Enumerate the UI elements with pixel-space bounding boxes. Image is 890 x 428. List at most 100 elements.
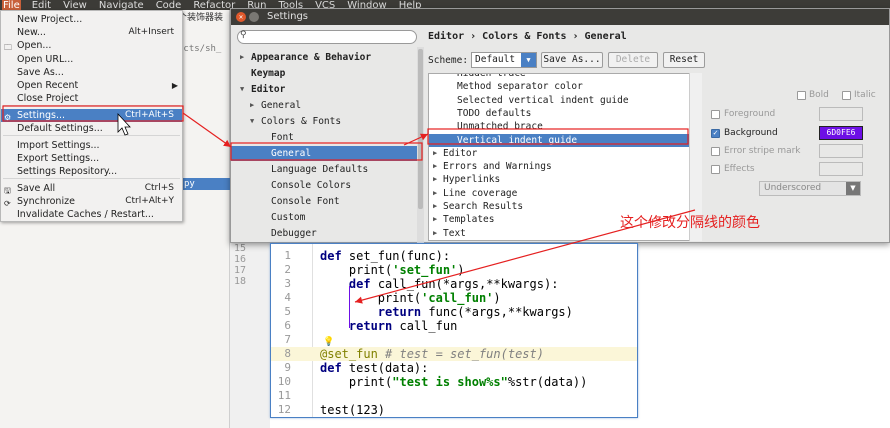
error-stripe-swatch[interactable] xyxy=(819,144,863,158)
attribute-item-editor[interactable]: ▶ Editor xyxy=(429,147,701,160)
file-menu-item-save-as[interactable]: Save As... xyxy=(1,66,182,79)
nav-item-console-colors[interactable]: Console Colors xyxy=(231,178,417,193)
file-menu-item-default-settings[interactable]: Default Settings... xyxy=(1,122,182,135)
nav-item-general[interactable]: General xyxy=(231,146,417,161)
effects-checkbox[interactable] xyxy=(711,165,720,174)
settings-title: Settings xyxy=(231,9,889,25)
menu-view[interactable]: View xyxy=(62,0,88,10)
close-icon[interactable]: ✕ xyxy=(236,12,246,22)
settings-dialog: Settings ✕ ⚲ ▶ Appearance & Behavior Keyma… xyxy=(230,8,890,244)
minimize-icon[interactable] xyxy=(249,12,259,22)
nav-item-debugger[interactable]: Debugger xyxy=(231,226,417,241)
menu-item-label: Settings... xyxy=(17,110,66,121)
attribute-item-errors-and-warnings[interactable]: ▶ Errors and Warnings xyxy=(429,160,701,173)
effects-swatch[interactable] xyxy=(819,162,863,176)
nav-item-colors-fonts[interactable]: ▼ Colors & Fonts xyxy=(231,114,417,129)
background-color-swatch[interactable]: 6D0FE6 xyxy=(819,126,863,140)
file-menu-item-synchronize[interactable]: Synchronize Ctrl+Alt+Y ⟳ xyxy=(1,195,182,208)
file-menu-item-open[interactable]: Open... 🗀 xyxy=(1,39,182,52)
menu-file[interactable]: File xyxy=(2,0,21,10)
selected-file-row[interactable]: py xyxy=(178,178,230,190)
reset-button[interactable]: Reset xyxy=(663,52,705,68)
preview-line: 1 def set_fun(func): xyxy=(271,249,637,263)
nav-item-console-font[interactable]: Console Font xyxy=(231,194,417,209)
menu-code[interactable]: Code xyxy=(155,0,183,10)
background-checkbox[interactable]: ✓ xyxy=(711,129,720,138)
file-menu-item-new-project[interactable]: New Project... xyxy=(1,13,182,26)
chevron-right-icon[interactable]: ▶ xyxy=(433,147,437,160)
file-menu-item-open-url[interactable]: Open URL... xyxy=(1,53,182,66)
nav-item-editor[interactable]: ▼ Editor xyxy=(231,82,417,97)
ide-line-number: 16 xyxy=(233,254,246,265)
file-menu-item-close-project[interactable]: Close Project xyxy=(1,92,182,105)
attribute-item-method-separator-color[interactable]: Method separator color xyxy=(429,80,701,93)
file-menu-item-save-all[interactable]: Save All Ctrl+S 🖫 xyxy=(1,182,182,195)
delete-button[interactable]: Delete xyxy=(608,52,658,68)
foreground-checkbox[interactable] xyxy=(711,110,720,119)
settings-search-input[interactable] xyxy=(237,30,417,44)
menu-edit[interactable]: Edit xyxy=(31,0,52,10)
nav-item-custom[interactable]: Custom xyxy=(231,210,417,225)
preview-line-number: 9 xyxy=(284,361,291,374)
chevron-right-icon[interactable]: ▶ xyxy=(433,187,437,200)
nav-item-font[interactable]: Font xyxy=(231,130,417,145)
editor-tab[interactable]: 个装饰器装 xyxy=(178,10,238,24)
attribute-label: Method separator color xyxy=(457,81,583,93)
file-menu-item-export-settings[interactable]: Export Settings... xyxy=(1,152,182,165)
chevron-right-icon[interactable]: ▶ xyxy=(433,213,437,226)
preview-line-number: 7 xyxy=(284,333,291,346)
nav-item-keymap[interactable]: Keymap xyxy=(231,66,417,81)
attribute-item-hyperlinks[interactable]: ▶ Hyperlinks xyxy=(429,173,701,186)
attribute-item-unmatched-brace[interactable]: Unmatched brace xyxy=(429,120,701,133)
attribute-item-selected-vertical-indent-guide[interactable]: Selected vertical indent guide xyxy=(429,94,701,107)
lightbulb-icon[interactable]: 💡 xyxy=(323,337,334,347)
file-menu-item-settings[interactable]: Settings... Ctrl+Alt+S ⚙ xyxy=(1,109,182,122)
file-menu-item-invalidate-caches-restart[interactable]: Invalidate Caches / Restart... xyxy=(1,208,182,221)
italic-checkbox[interactable] xyxy=(842,91,851,100)
file-menu-item-new[interactable]: New... Alt+Insert xyxy=(1,26,182,39)
chevron-down-icon[interactable]: ▼ xyxy=(250,114,254,129)
preview-line-number: 11 xyxy=(277,389,291,402)
preview-code-text: def set_fun(func): xyxy=(320,249,451,263)
ide-line-number: 18 xyxy=(233,276,246,287)
ide-gutter: 15 16 17 18 xyxy=(230,243,270,428)
file-menu-item-settings-repository[interactable]: Settings Repository... xyxy=(1,165,182,178)
preview-line-number: 3 xyxy=(284,277,291,290)
preview-code-text: print("test is show%s"%str(data)) xyxy=(320,375,588,389)
nav-item-appearance-behavior[interactable]: ▶ Appearance & Behavior xyxy=(231,50,417,65)
file-menu: New Project... New... Alt+Insert Open... 🗀 Op… xyxy=(0,10,183,222)
chevron-right-icon[interactable]: ▶ xyxy=(433,227,437,240)
attribute-label: Line coverage xyxy=(443,187,518,199)
foreground-swatch[interactable] xyxy=(819,107,863,121)
bold-checkbox[interactable] xyxy=(797,91,806,100)
nav-item-label: General xyxy=(271,148,312,159)
nav-scrollbar-thumb[interactable] xyxy=(418,49,423,209)
chevron-right-icon[interactable]: ▶ xyxy=(433,160,437,173)
chevron-down-icon[interactable]: ▼ xyxy=(240,82,244,97)
chevron-right-icon[interactable]: ▶ xyxy=(240,50,244,65)
attribute-item-line-coverage[interactable]: ▶ Line coverage xyxy=(429,187,701,200)
nav-item-general[interactable]: ▶ General xyxy=(231,98,417,113)
chevron-right-icon[interactable]: ▶ xyxy=(433,200,437,213)
error-stripe-checkbox[interactable] xyxy=(711,147,720,156)
file-menu-item-open-recent[interactable]: Open Recent ▶ xyxy=(1,79,182,92)
chevron-down-icon[interactable]: ▼ xyxy=(521,53,536,67)
menu-item-label: New Project... xyxy=(17,14,83,25)
attribute-item-vertical-indent-guide[interactable]: Vertical indent guide xyxy=(429,133,701,147)
annotation-text: 这个修改分隔线的颜色 xyxy=(620,215,760,231)
save-as-button[interactable]: Save As... xyxy=(541,52,603,68)
chevron-down-icon[interactable]: ▼ xyxy=(846,182,860,195)
menu-navigate[interactable]: Navigate xyxy=(98,0,145,10)
nav-item-label: Language Defaults xyxy=(271,164,369,175)
chevron-right-icon[interactable]: ▶ xyxy=(433,173,437,186)
attribute-item-todo-defaults[interactable]: TODO defaults xyxy=(429,107,701,120)
menu-item-label: Synchronize xyxy=(17,196,75,207)
submenu-arrow-icon: ▶ xyxy=(171,81,178,90)
file-menu-item-import-settings[interactable]: Import Settings... xyxy=(1,139,182,152)
menu-item-label: Export Settings... xyxy=(17,153,100,164)
chevron-right-icon[interactable]: ▶ xyxy=(250,98,254,113)
menu-item-label: Save As... xyxy=(17,67,64,78)
attribute-item-hidden-trace[interactable]: Hidden trace xyxy=(429,74,701,80)
preview-line-number: 4 xyxy=(284,291,291,304)
nav-item-language-defaults[interactable]: Language Defaults xyxy=(231,162,417,177)
